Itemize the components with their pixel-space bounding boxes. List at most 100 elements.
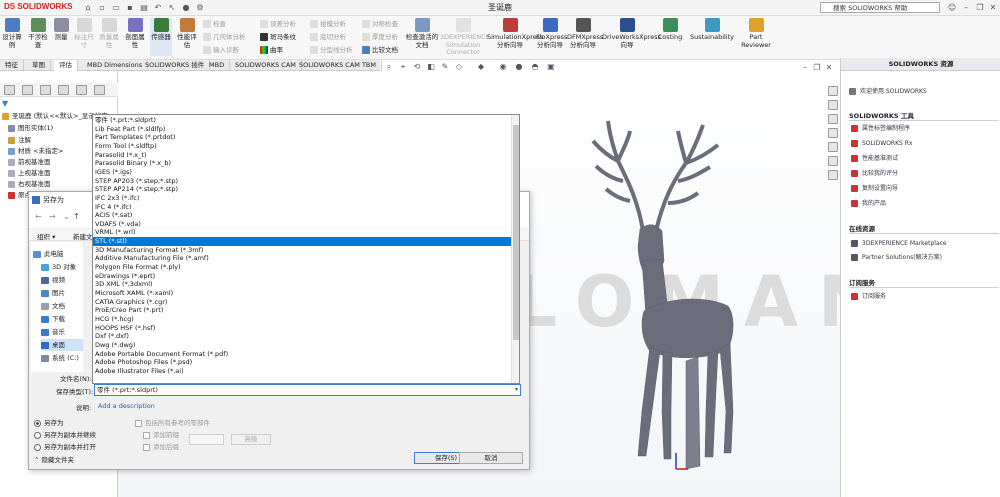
nav-desktop[interactable]: 桌面 <box>41 339 83 351</box>
custom-properties-tab-icon[interactable] <box>828 156 838 166</box>
design-study-button[interactable]: 设计算例 <box>2 18 22 56</box>
nav-system-c[interactable]: 系统 (C:) <box>41 352 91 364</box>
section-view-icon[interactable]: ◧ <box>426 62 436 72</box>
undercut-analysis-button[interactable]: 底切分析 <box>310 32 346 42</box>
nav-videos[interactable]: 视频 <box>41 274 91 286</box>
costing-button[interactable]: Costing <box>656 18 684 56</box>
tree-item-top-plane[interactable]: 上视基准面 <box>8 168 51 179</box>
tool-compare-score[interactable]: 比较我的评分 <box>851 168 999 179</box>
nav-documents[interactable]: 文档 <box>41 300 91 312</box>
option-save-as[interactable]: 另存为 <box>34 418 64 429</box>
nav-downloads[interactable]: 下载 <box>41 313 91 325</box>
draft-analysis-button[interactable]: 拔模分析 <box>310 19 346 29</box>
organize-button[interactable]: 组织 ▾ <box>37 231 55 241</box>
file-type-option[interactable]: HOOPS HSF (*.hsf) <box>93 324 511 333</box>
file-type-option[interactable]: CATIA Graphics (*.cgr) <box>93 298 511 307</box>
option-save-copy-continue[interactable]: 另存为副本并继续 <box>34 430 96 441</box>
3dx-connector-button[interactable]: 3DEXPERIENCE Simulation Connector <box>440 18 490 56</box>
file-type-option[interactable]: Dwg (*.dwg) <box>93 341 511 350</box>
resources-tab-icon[interactable] <box>828 86 838 96</box>
dfmxpress-button[interactable]: DFMXpress 分析向导 <box>567 18 603 56</box>
forum-tab-icon[interactable] <box>828 170 838 180</box>
zoom-to-fit-icon[interactable]: ⌕ <box>384 62 394 72</box>
appearances-tab-icon[interactable] <box>828 142 838 152</box>
file-type-option[interactable]: Dxf (*.dxf) <box>93 332 511 341</box>
tree-item-solid-bodies[interactable]: 图形实体(1) <box>8 123 53 134</box>
nav-pictures[interactable]: 图片 <box>41 287 91 299</box>
simulationxpress-button[interactable]: SimulationXpress 分析向导 <box>487 18 544 56</box>
markup-button[interactable]: 标注尺寸 <box>74 18 94 56</box>
filter-icon[interactable]: ▼ <box>2 99 8 108</box>
tree-item-right-plane[interactable]: 右视基准面 <box>8 179 51 190</box>
dynamic-annotation-icon[interactable]: ✎ <box>440 62 450 72</box>
file-type-option[interactable]: Adobe Photoshop Files (*.psd) <box>93 358 511 367</box>
tree-item-annotations[interactable]: 注解 <box>8 135 31 146</box>
sensor-button[interactable]: 传感器 <box>150 18 172 56</box>
file-explorer-tab-icon[interactable] <box>828 114 838 124</box>
tool-property-tab-builder[interactable]: 属性标签编制程序 <box>851 123 999 134</box>
previous-view-icon[interactable]: ⟲ <box>412 62 422 72</box>
sustainability-button[interactable]: Sustainability <box>690 18 734 56</box>
forward-icon[interactable]: → <box>49 212 56 221</box>
tree-item-material[interactable]: 材质 <未指定> <box>8 146 63 157</box>
advanced-button[interactable]: 高级 <box>231 434 271 445</box>
tool-performance-benchmark[interactable]: 性能基准测试 <box>851 153 999 164</box>
file-type-option[interactable]: Form Tool (*.sldftp) <box>93 142 511 151</box>
file-type-option[interactable]: IFC 4 (*.ifc) <box>93 203 511 212</box>
help-search-input[interactable]: 搜索 SOLIDWORKS 帮助 <box>820 2 940 13</box>
measure-button[interactable]: 测量 <box>52 18 70 56</box>
file-type-option[interactable]: IGES (*.igs) <box>93 168 511 177</box>
tab-mbd-dimensions[interactable]: MBD Dimensions <box>82 60 149 71</box>
tree-item-front-plane[interactable]: 前视基准面 <box>8 157 51 168</box>
user-icon[interactable]: ☺ <box>946 2 958 13</box>
welcome-link[interactable]: 欢迎使用 SOLIDWORKS <box>849 86 997 97</box>
file-type-option[interactable]: 3D Manufacturing Format (*.3mf) <box>93 246 511 255</box>
cancel-button[interactable]: 取消 <box>459 452 523 464</box>
feature-tree-tab-icon[interactable] <box>4 85 15 95</box>
up-folder-icon[interactable]: ↑ <box>73 212 80 221</box>
close-icon[interactable]: ✕ <box>987 2 999 13</box>
floxpress-button[interactable]: FloXpress 分析向导 <box>536 18 567 56</box>
file-type-option[interactable]: Part Templates (*.prtdot) <box>93 133 511 142</box>
scrollbar-thumb[interactable] <box>513 125 519 340</box>
deviation-analysis-button[interactable]: 误差分析 <box>260 19 296 29</box>
nav-3d-objects[interactable]: 3D 对象 <box>41 261 91 273</box>
tab-features[interactable]: 特征 <box>0 60 24 71</box>
minimize-icon[interactable]: – <box>960 2 972 13</box>
file-type-option[interactable]: 3D XML (*.3dxml) <box>93 280 511 289</box>
link-subscription[interactable]: 订阅服务 <box>851 291 999 302</box>
nav-this-pc[interactable]: 此电脑 <box>33 248 83 260</box>
file-type-option[interactable]: VRML (*.wrl) <box>93 228 511 237</box>
file-type-option[interactable]: Microsoft XAML (*.xaml) <box>93 289 511 298</box>
back-icon[interactable]: ← <box>35 212 42 221</box>
add-suffix-checkbox[interactable]: 添加后缀 <box>143 442 179 453</box>
file-type-option[interactable]: ProE/Creo Part (*.prt) <box>93 306 511 315</box>
option-save-copy-open[interactable]: 另存为副本并打开 <box>34 442 96 453</box>
file-type-option[interactable]: HCG (*.hcg) <box>93 315 511 324</box>
config-manager-tab-icon[interactable] <box>40 85 51 95</box>
tab-solidworks-cam[interactable]: SOLIDWORKS CAM <box>230 60 302 71</box>
zoom-area-icon[interactable]: ⌖ <box>398 62 408 72</box>
thickness-analysis-button[interactable]: 厚度分析 <box>362 32 398 42</box>
hide-folders-toggle[interactable]: ⌃ 隐藏文件夹 <box>34 454 74 464</box>
file-type-select[interactable]: 零件 (*.prt;*.sldprt) ▾ <box>94 384 521 396</box>
design-library-tab-icon[interactable] <box>828 100 838 110</box>
view-palette-tab-icon[interactable] <box>828 128 838 138</box>
tab-solidworks-cam-tbm[interactable]: SOLIDWORKS CAM TBM <box>294 60 382 71</box>
parting-line-button[interactable]: 分型线分析 <box>310 45 353 55</box>
prefix-suffix-field[interactable] <box>189 434 224 445</box>
include-references-checkbox[interactable]: 包括所有参考的零部件 <box>135 418 210 429</box>
interference-button[interactable]: 干涉检查 <box>28 18 48 56</box>
file-type-option[interactable]: Additive Manufacturing File (*.amf) <box>93 254 511 263</box>
file-type-option[interactable]: Polygon File Format (*.ply) <box>93 263 511 272</box>
file-type-option[interactable]: IFC 2x3 (*.ifc) <box>93 194 511 203</box>
restore-icon[interactable]: ❐ <box>974 2 986 13</box>
curvature-button[interactable]: 曲率 <box>260 45 283 55</box>
add-prefix-checkbox[interactable]: 添加前缀 <box>143 430 179 441</box>
file-type-option[interactable]: ACIS (*.sat) <box>93 211 511 220</box>
file-type-option[interactable]: Adobe Portable Document Format (*.pdf) <box>93 350 511 359</box>
link-3dx-marketplace[interactable]: 3DEXPERIENCE Marketplace <box>851 238 999 249</box>
apply-scene-icon[interactable]: ◓ <box>530 62 540 72</box>
mass-properties-button[interactable]: 质量属性 <box>98 18 120 56</box>
zebra-stripes-button[interactable]: 斑马条纹 <box>260 32 296 42</box>
